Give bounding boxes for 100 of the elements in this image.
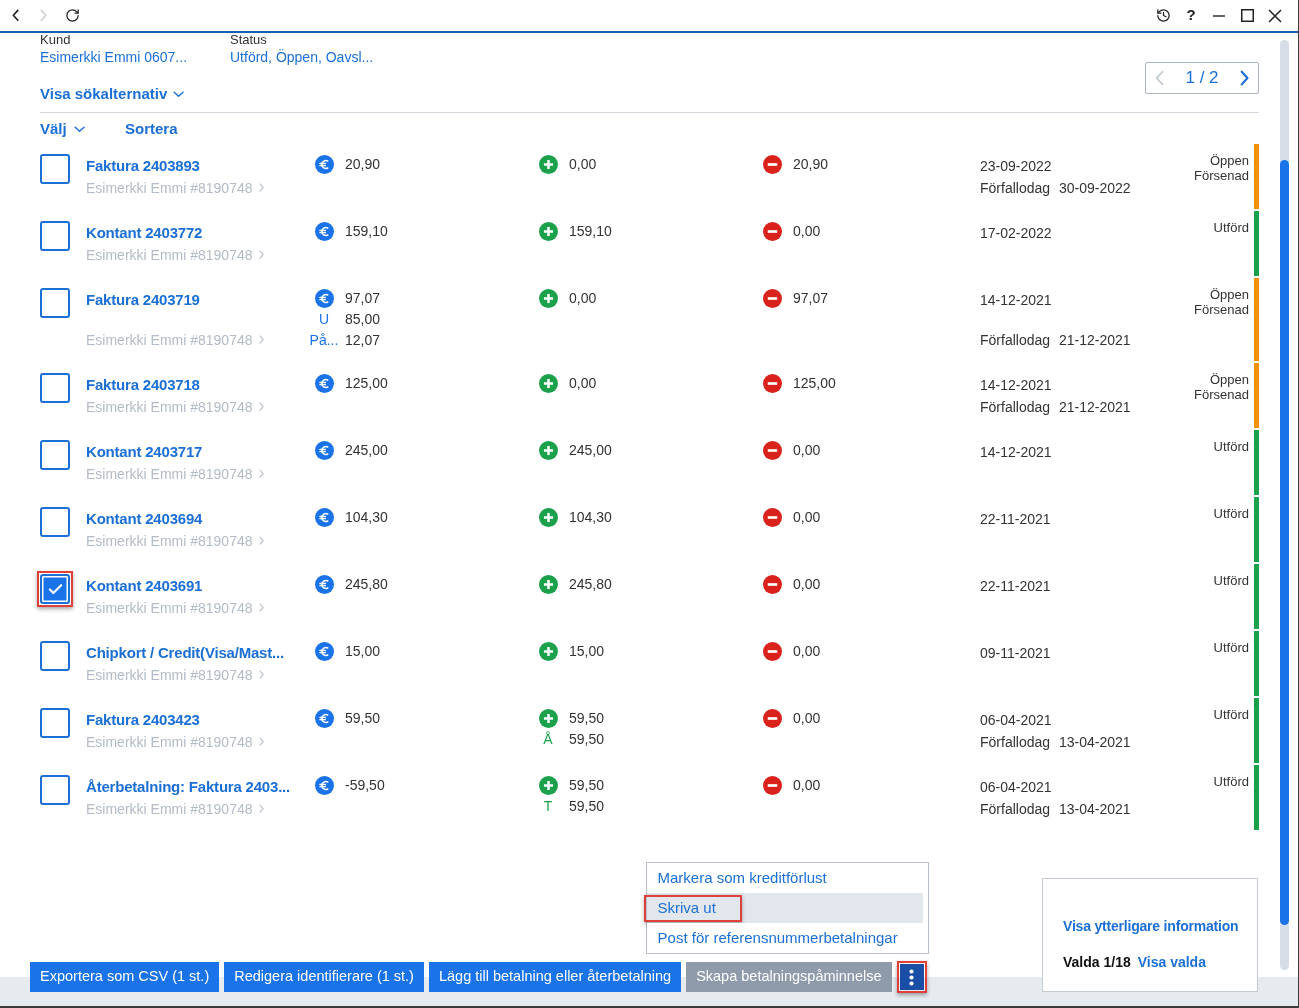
chevron-right-icon [258,402,264,412]
item-title-link[interactable]: Chipkort / Credit(Visa/Mast... [86,643,284,663]
amount-label: Å [543,730,553,749]
search-options-toggle[interactable]: Visa sökalternativ [40,84,185,104]
amount-value: 0,00 [793,508,821,527]
date-text: 06-04-2021 [980,711,1053,730]
amount-value: 245,80 [569,575,612,594]
status-text: Öppen [1209,372,1249,387]
minus-icon [762,642,782,661]
due-date: 30-09-2022 [1059,179,1131,198]
history-icon [1155,8,1171,23]
due-date: 21-12-2021 [1059,398,1131,417]
amount-value: 59,50 [569,709,605,728]
sort-button[interactable]: Sortera [125,117,178,141]
chevron-right-icon [258,335,264,345]
amount-value: 85,00 [345,310,381,329]
chevron-left-icon [1155,69,1165,87]
amount-value: 59,50 [569,797,605,816]
amount-value: 125,00 [345,374,388,393]
filter-value[interactable]: Esimerkki Emmi 0607... [40,47,230,67]
more-info-link[interactable]: Visa ytterligare information [1063,916,1239,936]
item-title-link[interactable]: Faktura 2403718 [86,375,200,395]
euro-icon [314,575,334,594]
amount-value: 0,00 [569,289,597,308]
date-text: 14-12-2021 [980,376,1053,395]
selected-count: Valda 1/18 [1063,953,1131,972]
amount-value: 125,00 [793,374,836,393]
checkbox[interactable] [40,641,70,671]
checkbox[interactable] [40,775,70,805]
item-title-link[interactable]: Kontant 2403772 [86,223,203,243]
euro-icon [314,642,334,661]
amount-value: 159,10 [569,222,612,241]
checkbox[interactable] [40,373,70,403]
item-title-link[interactable]: Faktura 2403893 [86,156,200,176]
amount-value: 12,07 [345,331,381,350]
plus-icon [538,575,558,594]
checkbox[interactable] [40,288,70,318]
checkbox[interactable] [40,708,70,738]
amount-value: 59,50 [569,730,605,749]
amount-value: 59,50 [569,776,605,795]
action-button[interactable]: Lägg till betalning eller återbetalning [428,962,682,992]
checkbox[interactable] [40,440,70,470]
action-button[interactable]: Exportera som CSV (1 st.) [30,962,220,992]
amount-value: 0,00 [569,374,597,393]
amount-value: 15,00 [569,642,605,661]
amount-value: 245,80 [345,575,388,594]
select-dropdown[interactable]: Välj [40,117,125,141]
chevron-right-icon [1239,69,1249,87]
minus-icon [762,776,782,795]
item-title-link[interactable]: Återbetalning: Faktura 2403... [86,777,291,797]
amount-value: 0,00 [793,441,821,460]
amount-value: 0,00 [793,575,821,594]
amount-label: På... [309,331,339,350]
help-button[interactable]: ? [1177,1,1205,30]
status-text: Öppen [1209,153,1249,168]
plus-icon [538,508,558,527]
checkbox[interactable] [40,221,70,251]
chevron-right-icon [258,804,264,814]
due-label: Förfallodag [980,331,1051,350]
item-title-link[interactable]: Faktura 2403719 [86,290,200,310]
amount-value: 104,30 [569,508,612,527]
status-text: Utförd [1213,707,1249,722]
amount-value: 104,30 [345,508,388,527]
scrollbar-thumb[interactable] [1280,160,1289,925]
scrollbar-track[interactable] [1280,40,1289,970]
status-text: Utförd [1213,220,1249,235]
more-icon [909,968,915,986]
next-page-button[interactable] [1239,69,1249,87]
menu-item[interactable]: Skriva ut [646,893,923,923]
item-title-link[interactable]: Kontant 2403691 [86,576,203,596]
item-title-link[interactable]: Kontant 2403717 [86,442,203,462]
item-title-link[interactable]: Kontant 2403694 [86,509,203,529]
chevron-right-icon [258,250,264,260]
status-text: Utförd [1213,573,1249,588]
chevron-down-icon [73,125,85,133]
page-indicator: 1 / 2 [1185,67,1219,90]
amount-value: 20,90 [345,155,381,174]
euro-icon [314,441,334,460]
chevron-down-icon [173,90,185,98]
filter-value[interactable]: Utförd, Öppen, Oavsl... [230,47,374,67]
status-text: Försenad [1194,387,1249,402]
show-selected-link[interactable]: Visa valda [1137,952,1206,972]
euro-icon [314,374,334,393]
plus-icon [538,374,558,393]
amount-value: 97,07 [345,289,381,308]
chevron-right-icon [258,670,264,680]
plus-icon [538,709,558,728]
checkbox[interactable] [40,507,70,537]
amount-value: 0,00 [793,709,821,728]
date-text: 14-12-2021 [980,291,1053,310]
checkbox[interactable] [40,154,70,184]
status-text: Öppen [1209,287,1249,302]
minus-icon [762,508,782,527]
action-button[interactable]: Redigera identifierare (1 st.) [224,962,424,992]
date-text: 23-09-2022 [980,157,1053,176]
close-icon [1268,8,1282,23]
amount-label: T [543,797,553,816]
chevron-right-icon [258,536,264,546]
minus-icon [762,709,782,728]
item-title-link[interactable]: Faktura 2403423 [86,710,200,730]
